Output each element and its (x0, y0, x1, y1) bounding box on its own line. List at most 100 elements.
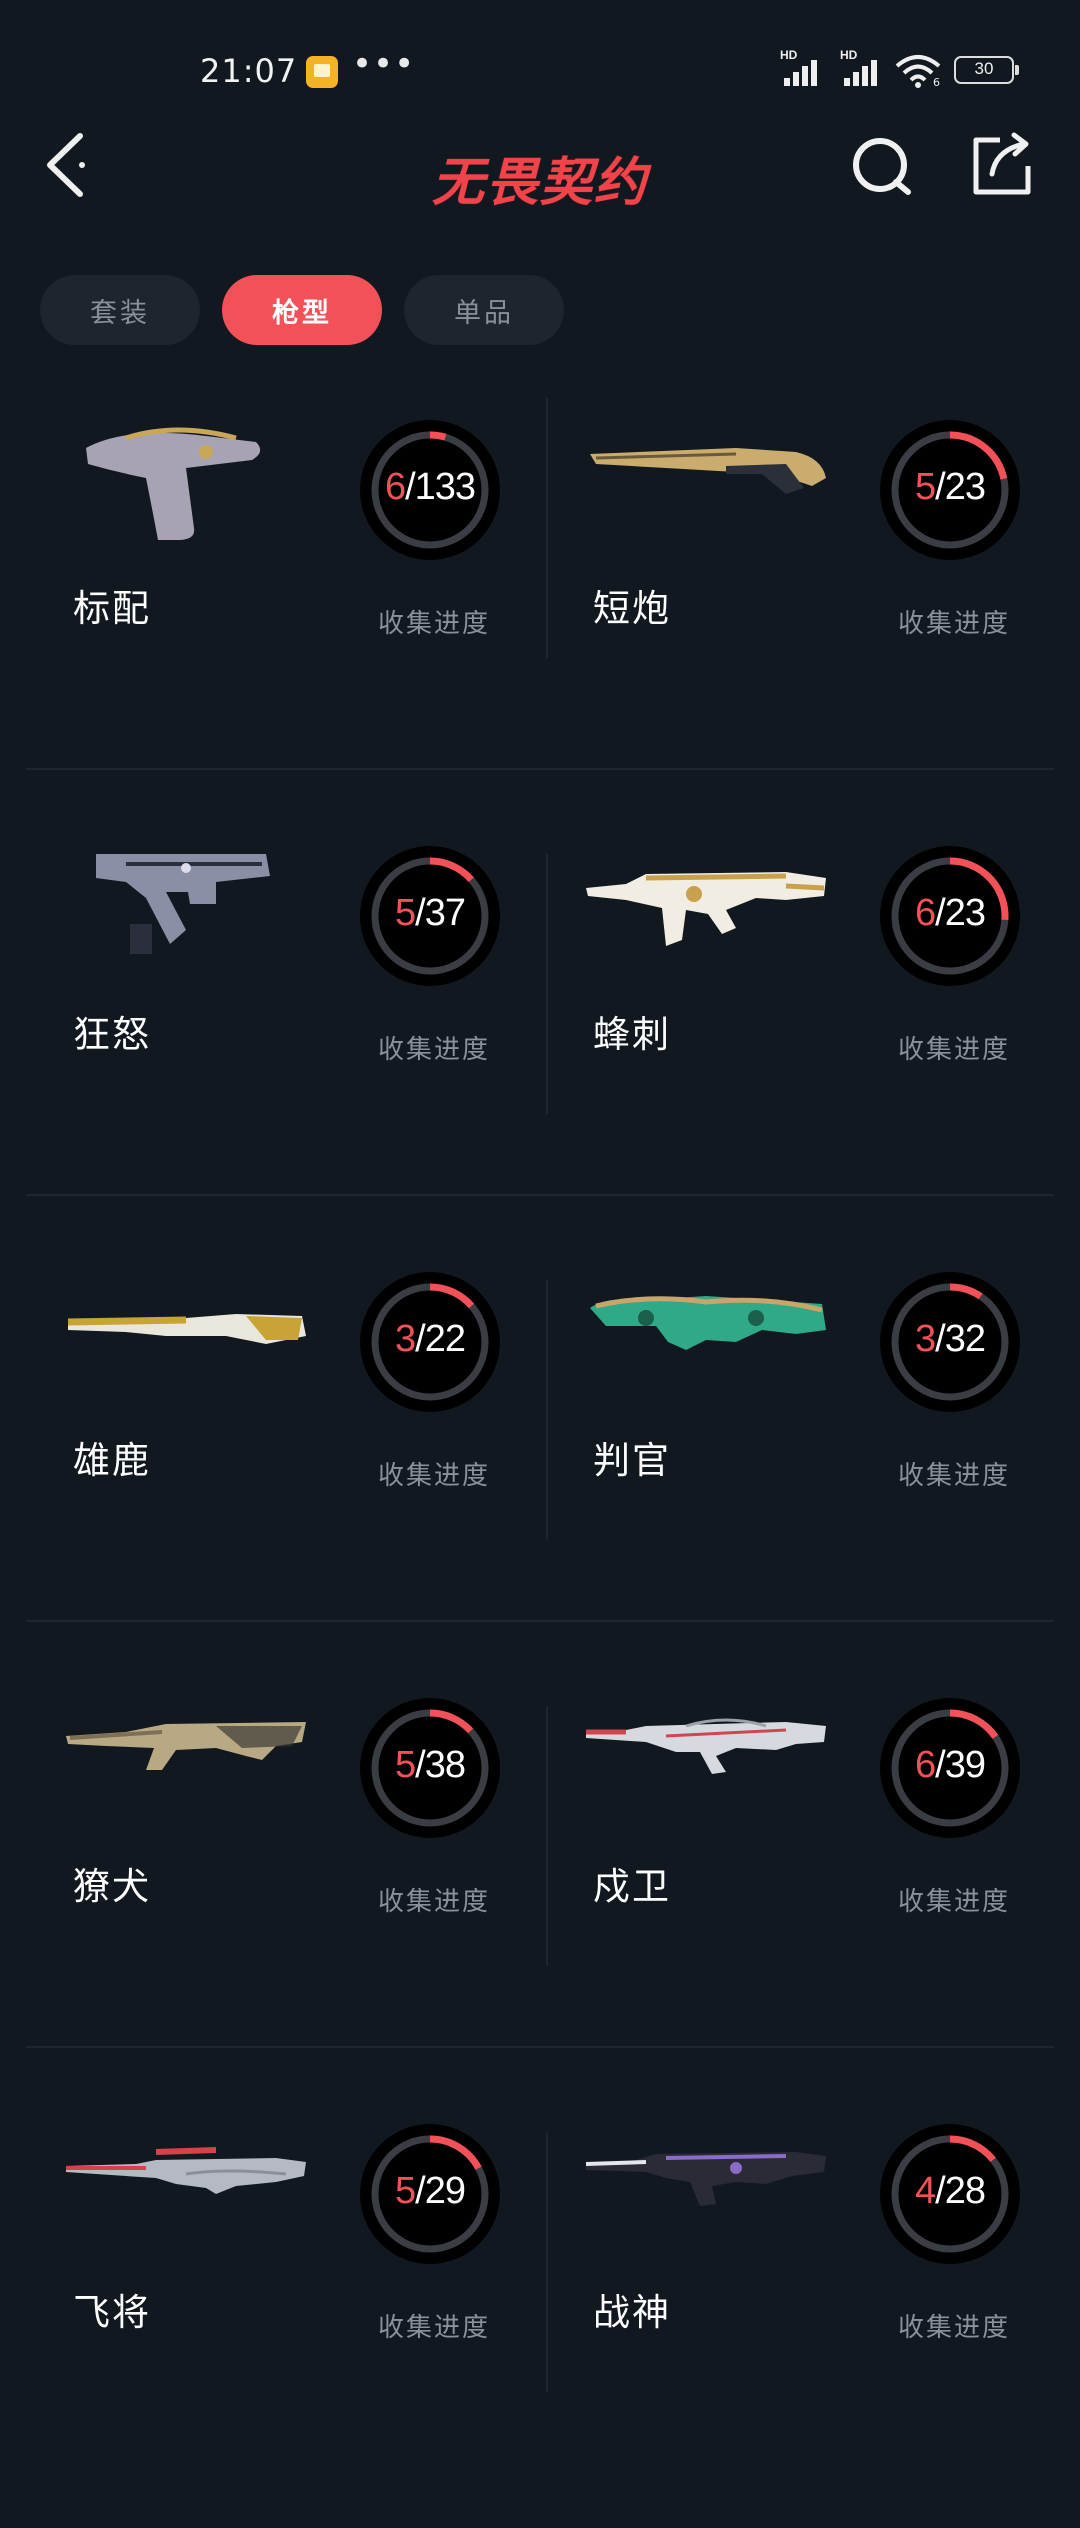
row-divider (26, 1194, 1054, 1196)
signal-2-icon: HD (840, 48, 892, 86)
collection-progress-ring: 5/23 (880, 420, 1020, 560)
collected-count: 6 (915, 1744, 936, 1786)
collection-progress-label: 收集进度 (378, 1887, 491, 1917)
collection-progress-ring: 4/28 (880, 2124, 1020, 2264)
total-count: /32 (935, 1318, 986, 1360)
weapon-image (586, 1260, 826, 1410)
collection-progress-ring: 6/133 (360, 420, 500, 560)
weapon-image (586, 1686, 826, 1836)
column-divider (546, 1706, 548, 1966)
collection-progress-ring: 3/22 (360, 1272, 500, 1412)
collection-progress-ring: 3/32 (880, 1272, 1020, 1412)
collection-count: 3/32 (880, 1318, 1020, 1361)
collection-progress-ring: 6/39 (880, 1698, 1020, 1838)
weapon-card[interactable]: 狂怒 5/37 收集进度 (26, 824, 546, 1250)
weapon-name: 战神 (593, 2291, 671, 2334)
app-header: 无畏契约 (0, 130, 1080, 270)
collection-count: 5/38 (360, 1744, 500, 1787)
collection-count: 4/28 (880, 2170, 1020, 2213)
row-divider (26, 1620, 1054, 1622)
weapon-image (586, 408, 826, 558)
collection-progress-label: 收集进度 (898, 1887, 1011, 1917)
tab-sets-label: 套装 (90, 297, 150, 329)
row-divider (26, 768, 1054, 770)
status-bar: 21:07 ••• HD HD 6 30 (0, 0, 1080, 130)
collected-count: 6 (915, 892, 936, 934)
collection-count: 6/39 (880, 1744, 1020, 1787)
weapon-card[interactable]: 戍卫 6/39 收集进度 (546, 1676, 1066, 2102)
total-count: /28 (935, 2170, 986, 2212)
collection-progress-ring: 5/29 (360, 2124, 500, 2264)
column-divider (546, 854, 548, 1114)
collection-progress-label: 收集进度 (898, 2313, 1011, 2343)
back-button[interactable] (42, 130, 102, 204)
share-icon (973, 132, 1031, 195)
weapon-image (66, 2112, 306, 2262)
total-count: /23 (935, 466, 986, 508)
weapon-name: 獠犬 (73, 1865, 151, 1908)
battery-icon: 30 (954, 56, 1019, 84)
battery-level: 30 (974, 59, 994, 78)
column-divider (546, 398, 548, 658)
collected-count: 5 (395, 2170, 416, 2212)
share-button[interactable] (970, 130, 1034, 204)
collection-progress-label: 收集进度 (378, 609, 491, 639)
weapon-card[interactable]: 短炮 5/23 收集进度 (546, 398, 1066, 824)
weapon-image (66, 834, 306, 984)
wifi-icon: 6 (893, 52, 943, 94)
collection-progress-label: 收集进度 (378, 1461, 491, 1491)
column-divider (546, 1280, 548, 1540)
collected-count: 5 (395, 892, 416, 934)
tab-single-items-label: 单品 (454, 297, 514, 329)
collected-count: 5 (915, 466, 936, 508)
weapon-name: 雄鹿 (73, 1439, 151, 1482)
collection-progress-ring: 6/23 (880, 846, 1020, 986)
total-count: /39 (935, 1744, 986, 1786)
weapon-name: 戍卫 (593, 1865, 671, 1908)
collected-count: 6 (384, 466, 406, 508)
collection-count: 5/23 (880, 466, 1020, 509)
collection-count: 5/29 (360, 2170, 500, 2213)
wifi-band-label: 6 (933, 76, 940, 89)
weapon-card[interactable]: 标配 6/133 收集进度 (26, 398, 546, 824)
total-count: /133 (405, 466, 476, 508)
weapon-name: 标配 (73, 587, 151, 630)
chevron-left-icon (47, 133, 85, 197)
weapon-name: 短炮 (593, 587, 671, 630)
weapon-name: 判官 (593, 1439, 671, 1482)
total-count: /23 (935, 892, 986, 934)
weapon-image (66, 1260, 306, 1410)
weapon-card[interactable]: 飞将 5/29 收集进度 (26, 2102, 546, 2528)
collected-count: 3 (915, 1318, 936, 1360)
weapon-card[interactable]: 獠犬 5/38 收集进度 (26, 1676, 546, 2102)
weapon-image (586, 834, 826, 984)
weapon-image (66, 408, 306, 558)
column-divider (546, 2132, 548, 2392)
total-count: /37 (415, 892, 466, 934)
collection-progress-ring: 5/37 (360, 846, 500, 986)
app-logo-title: 无畏契约 (431, 153, 648, 213)
weapon-card[interactable]: 雄鹿 3/22 收集进度 (26, 1250, 546, 1676)
collected-count: 3 (395, 1318, 416, 1360)
collection-count: 6/133 (360, 466, 500, 509)
weapon-card[interactable]: 蜂刺 6/23 收集进度 (546, 824, 1066, 1250)
weapon-name: 飞将 (73, 2291, 151, 2334)
weapon-card[interactable]: 战神 4/28 收集进度 (546, 2102, 1066, 2528)
collection-count: 5/37 (360, 892, 500, 935)
tab-sets[interactable]: 套装 (40, 275, 200, 345)
weapon-name: 狂怒 (73, 1013, 151, 1056)
tab-weapon-types-label: 枪型 (272, 297, 332, 329)
total-count: /38 (415, 1744, 466, 1786)
weapon-card[interactable]: 判官 3/32 收集进度 (546, 1250, 1066, 1676)
weapon-image (585, 2112, 826, 2262)
notification-icon (306, 56, 338, 88)
more-notifications-indicator: ••• (352, 44, 416, 84)
search-button[interactable] (850, 130, 914, 204)
collection-progress-label: 收集进度 (898, 609, 1011, 639)
tab-single-items[interactable]: 单品 (404, 275, 564, 345)
row-divider (26, 2046, 1054, 2048)
total-count: /29 (415, 2170, 466, 2212)
collection-count: 3/22 (360, 1318, 500, 1361)
tab-weapon-types[interactable]: 枪型 (222, 275, 382, 345)
weapon-image (66, 1686, 306, 1836)
